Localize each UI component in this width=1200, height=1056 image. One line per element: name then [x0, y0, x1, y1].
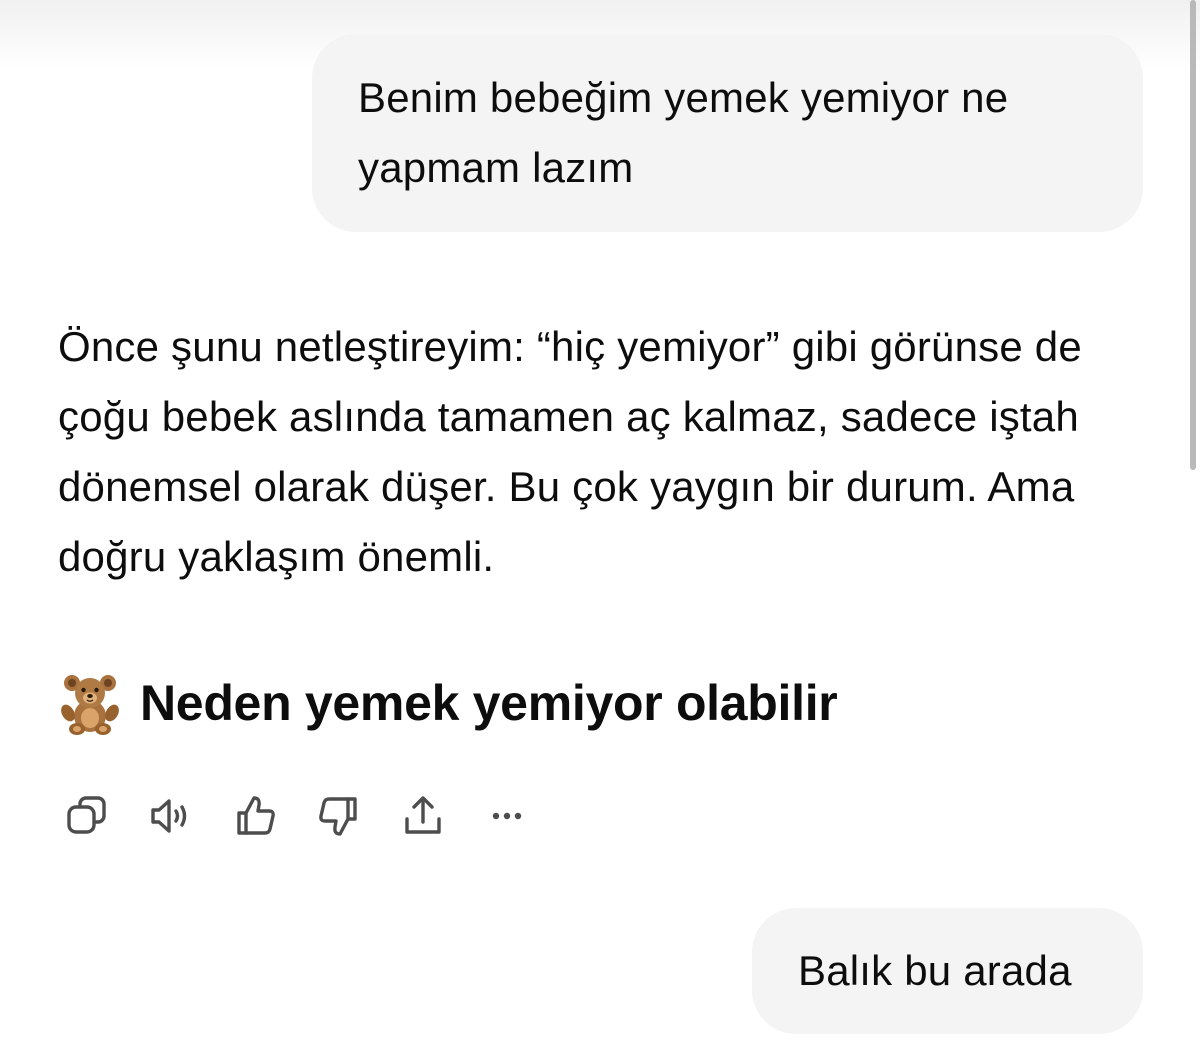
teddy-bear-icon	[61, 675, 119, 735]
more-icon	[492, 812, 522, 820]
share-icon	[405, 796, 441, 834]
assistant-message-text: Önce şunu netleştireyim: “hiç yemiyor” g…	[58, 323, 1082, 580]
scrollbar[interactable]	[1190, 0, 1196, 470]
copy-button[interactable]	[56, 790, 118, 842]
thumbs-up-button[interactable]	[224, 790, 286, 842]
user-message-bubble: Benim bebeğim yemek yemiyor ne yapmam la…	[312, 34, 1143, 232]
read-aloud-icon	[151, 799, 187, 833]
thumbs-down-button[interactable]	[308, 790, 370, 842]
thumbs-down-icon	[319, 797, 357, 836]
assistant-section-heading: Neden yemek yemiyor olabilir	[58, 668, 838, 738]
more-options-button[interactable]	[476, 790, 538, 842]
share-button[interactable]	[392, 790, 454, 842]
message-action-bar	[56, 790, 538, 842]
section-heading-text: Neden yemek yemiyor olabilir	[140, 675, 838, 731]
read-aloud-button[interactable]	[140, 790, 202, 842]
user-message-bubble: Balık bu arada	[752, 908, 1143, 1034]
thumbs-up-icon	[237, 796, 275, 835]
copy-icon	[67, 796, 106, 834]
